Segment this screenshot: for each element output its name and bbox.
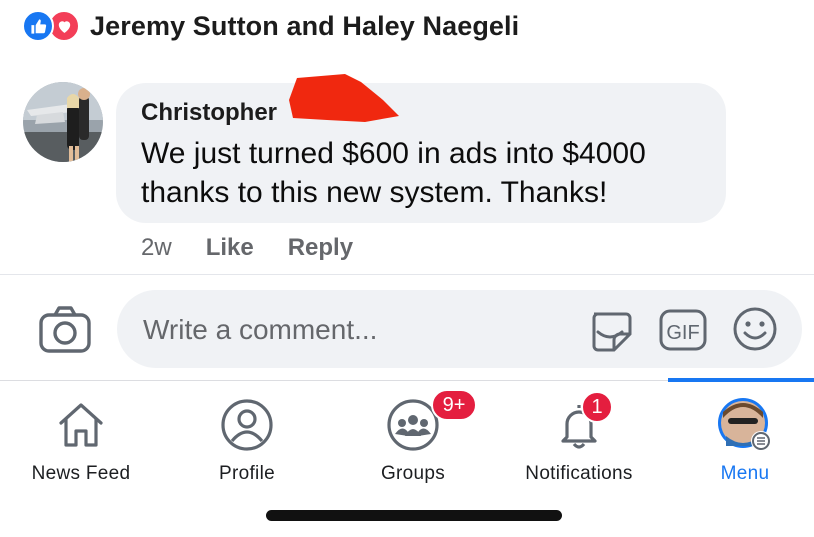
groups-icon: 9+ <box>383 389 477 455</box>
camera-icon[interactable] <box>36 304 94 356</box>
bell-icon: 1 <box>549 391 613 455</box>
commenter-avatar[interactable] <box>23 82 103 162</box>
reply-button[interactable]: Reply <box>288 234 353 262</box>
menu-avatar <box>715 395 775 455</box>
gif-icon[interactable]: GIF <box>658 308 708 357</box>
home-indicator[interactable] <box>266 510 562 521</box>
comment-timestamp[interactable]: 2w <box>141 234 172 262</box>
nav-profile[interactable]: Profile <box>177 395 317 485</box>
comment-composer: GIF <box>117 290 802 370</box>
emoji-icon[interactable] <box>732 306 778 357</box>
reactions-summary[interactable]: Jeremy Sutton and Haley Naegeli <box>22 8 519 44</box>
gif-label: GIF <box>666 322 699 344</box>
reactors-names[interactable]: Jeremy Sutton and Haley Naegeli <box>90 11 519 42</box>
nav-label-profile: Profile <box>219 463 275 484</box>
comment-input[interactable] <box>141 290 575 370</box>
like-button[interactable]: Like <box>206 234 254 262</box>
menu-active-indicator <box>668 378 814 382</box>
nav-menu[interactable]: Menu <box>675 395 814 485</box>
comment-actions: 2w Like Reply <box>141 232 387 264</box>
redaction-mark <box>287 70 402 135</box>
nav-notifications[interactable]: 1 Notifications <box>509 391 649 485</box>
comment-text: We just turned $600 in ads into $4000 th… <box>141 137 646 209</box>
notifications-badge: 1 <box>581 391 613 423</box>
nav-groups[interactable]: 9+ Groups <box>343 389 483 485</box>
nav-news-feed[interactable]: News Feed <box>11 395 151 485</box>
groups-badge: 9+ <box>431 389 477 421</box>
nav-label-menu: Menu <box>720 463 770 484</box>
like-reaction-icon <box>22 10 54 42</box>
nav-label-news-feed: News Feed <box>31 463 131 484</box>
comment-author[interactable]: Christopher <box>141 99 277 127</box>
nav-label-groups: Groups <box>380 463 446 484</box>
section-divider <box>0 274 814 275</box>
home-icon <box>51 395 111 455</box>
nav-label-notifications: Notifications <box>525 463 633 484</box>
profile-icon <box>217 395 277 455</box>
sticker-icon[interactable] <box>586 306 634 359</box>
